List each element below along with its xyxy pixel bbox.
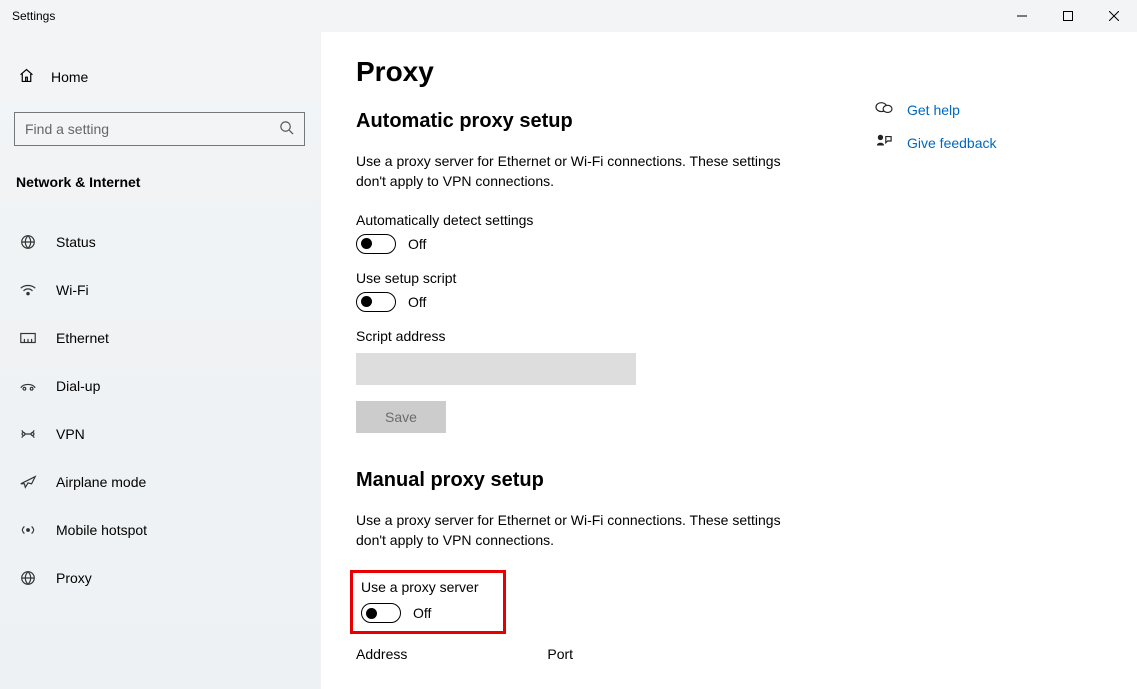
sidebar-item-label: Wi-Fi	[56, 282, 89, 298]
vpn-icon	[18, 427, 38, 441]
sidebar-item-label: Airplane mode	[56, 474, 146, 490]
titlebar: Settings	[0, 0, 1137, 32]
port-label: Port	[547, 646, 573, 662]
sidebar: Home Network & Internet Status Wi-Fi	[0, 32, 320, 689]
ethernet-icon	[18, 331, 38, 345]
address-label: Address	[356, 646, 407, 662]
maximize-button[interactable]	[1045, 0, 1091, 32]
home-icon	[18, 67, 35, 87]
window-controls	[999, 0, 1137, 32]
sidebar-item-label: Proxy	[56, 570, 92, 586]
sidebar-item-dialup[interactable]: Dial-up	[14, 362, 305, 410]
sidebar-nav: Status Wi-Fi Ethernet Dial-up VPN	[14, 218, 305, 602]
get-help-link[interactable]: Get help	[907, 102, 960, 118]
divider	[320, 32, 321, 689]
airplane-icon	[18, 473, 38, 491]
home-label: Home	[51, 69, 88, 85]
sidebar-home[interactable]: Home	[14, 56, 305, 98]
status-icon	[18, 233, 38, 251]
help-icon	[875, 100, 893, 119]
sidebar-item-label: Dial-up	[56, 378, 100, 394]
search-input[interactable]	[25, 121, 279, 137]
auto-detect-state: Off	[408, 236, 426, 252]
page-title: Proxy	[356, 56, 1101, 88]
proxy-icon	[18, 569, 38, 587]
auto-detect-label: Automatically detect settings	[356, 212, 1101, 228]
use-proxy-toggle[interactable]	[361, 603, 401, 623]
sidebar-item-status[interactable]: Status	[14, 218, 305, 266]
feedback-icon	[875, 133, 893, 152]
manual-section-title: Manual proxy setup	[356, 469, 1101, 492]
search-box[interactable]	[14, 112, 305, 146]
sidebar-item-vpn[interactable]: VPN	[14, 410, 305, 458]
search-icon	[279, 120, 294, 138]
hotspot-icon	[18, 522, 38, 538]
auto-section-desc: Use a proxy server for Ethernet or Wi-Fi…	[356, 151, 786, 192]
wifi-icon	[18, 283, 38, 297]
app-title: Settings	[12, 9, 55, 23]
sidebar-category: Network & Internet	[14, 174, 305, 190]
give-feedback-link[interactable]: Give feedback	[907, 135, 997, 151]
close-button[interactable]	[1091, 0, 1137, 32]
manual-section-desc: Use a proxy server for Ethernet or Wi-Fi…	[356, 510, 786, 551]
highlight-annotation: Use a proxy server Off	[350, 570, 506, 634]
setup-script-label: Use setup script	[356, 270, 1101, 286]
main-content: Proxy Automatic proxy setup Use a proxy …	[320, 32, 1137, 689]
sidebar-item-wifi[interactable]: Wi-Fi	[14, 266, 305, 314]
sidebar-item-label: Mobile hotspot	[56, 522, 147, 538]
sidebar-item-proxy[interactable]: Proxy	[14, 554, 305, 602]
use-proxy-label: Use a proxy server	[361, 579, 495, 595]
sidebar-item-hotspot[interactable]: Mobile hotspot	[14, 506, 305, 554]
auto-detect-toggle[interactable]	[356, 234, 396, 254]
setup-script-toggle[interactable]	[356, 292, 396, 312]
sidebar-item-label: VPN	[56, 426, 85, 442]
sidebar-item-ethernet[interactable]: Ethernet	[14, 314, 305, 362]
setup-script-state: Off	[408, 294, 426, 310]
sidebar-item-label: Ethernet	[56, 330, 109, 346]
right-links: Get help Give feedback	[875, 100, 997, 152]
save-button[interactable]: Save	[356, 401, 446, 433]
sidebar-item-airplane[interactable]: Airplane mode	[14, 458, 305, 506]
minimize-button[interactable]	[999, 0, 1045, 32]
dialup-icon	[18, 380, 38, 392]
script-address-label: Script address	[356, 328, 1101, 344]
script-address-input[interactable]	[356, 353, 636, 385]
sidebar-item-label: Status	[56, 234, 96, 250]
use-proxy-state: Off	[413, 605, 431, 621]
